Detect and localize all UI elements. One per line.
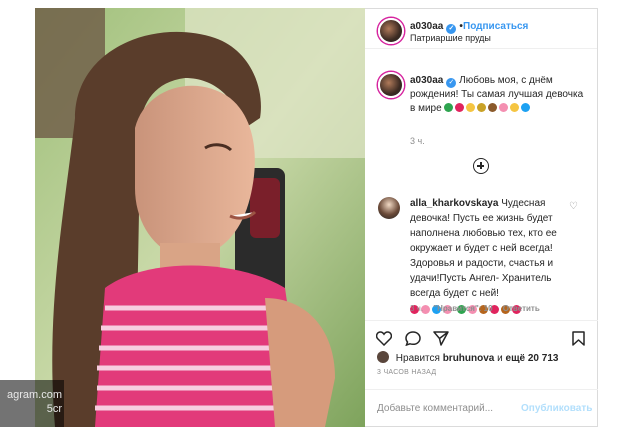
- verified-icon: ✓: [446, 78, 457, 88]
- caption-emoji-icon: [499, 103, 509, 112]
- caption-emoji-icon: [455, 103, 465, 112]
- screen: agram.com 5cr a030aa ✓ • Подписаться Патри…: [0, 0, 640, 427]
- caption-time[interactable]: 3 ч.: [410, 136, 425, 146]
- bookmark-icon[interactable]: [572, 331, 585, 346]
- comment-body: Чудесная девочка! Пусть ее жизнь будет н…: [410, 198, 557, 299]
- post-side-panel: a030aa ✓ • Подписаться Патриаршие пруды a0…: [365, 8, 598, 427]
- likes-prefix: Нравится: [395, 353, 440, 364]
- share-icon[interactable]: [433, 331, 449, 346]
- post-location[interactable]: Патриаршие пруды: [410, 33, 491, 43]
- caption-emoji-icon: [488, 103, 498, 112]
- comment-reply-button[interactable]: Ответить: [503, 304, 540, 313]
- caption-emojis: [444, 103, 532, 114]
- likes-count[interactable]: ещё 20 713: [506, 353, 559, 364]
- post-photo[interactable]: [35, 8, 365, 427]
- comment-likes[interactable]: "Нравится": 10: [433, 304, 492, 313]
- liker-avatar[interactable]: [377, 351, 389, 363]
- heart-icon[interactable]: [376, 331, 392, 346]
- watermark: agram.com 5cr: [0, 380, 64, 427]
- commenter-avatar[interactable]: [378, 197, 400, 219]
- add-comment-input[interactable]: Добавьте комментарий...: [377, 403, 493, 414]
- comment-like-heart-icon[interactable]: ♡: [569, 201, 578, 212]
- author-username[interactable]: a030aa: [410, 21, 443, 32]
- caption-emoji-icon: [444, 103, 454, 112]
- post-header: a030aa ✓ • Подписаться Патриаршие пруды: [365, 9, 597, 49]
- liker-username[interactable]: bruhunova: [443, 353, 495, 364]
- action-bar: [365, 320, 598, 348]
- likes-summary: Нравится bruhunova и ещё 20 713: [377, 351, 558, 364]
- caption-emoji-icon: [510, 103, 520, 112]
- comment-time[interactable]: 3 ч.: [410, 304, 423, 313]
- watermark-line-2: 5cr: [46, 403, 62, 415]
- caption-emoji-icon: [521, 103, 531, 112]
- author-avatar[interactable]: [378, 18, 404, 44]
- follow-button[interactable]: Подписаться: [463, 21, 528, 32]
- caption-emoji-icon: [466, 103, 476, 112]
- caption-emoji-icon: [477, 103, 487, 112]
- comment-username[interactable]: alla_kharkovskaya: [410, 198, 498, 209]
- comment-meta: 3 ч. "Нравится": 10 Ответить: [410, 304, 548, 313]
- comment-text: alla_kharkovskaya Чудесная девочка! Пуст…: [410, 196, 575, 318]
- comment-icon[interactable]: [405, 331, 421, 346]
- caption-username[interactable]: a030aa: [410, 75, 443, 86]
- post-time-ago[interactable]: 3 ЧАСОВ НАЗАД: [377, 369, 436, 376]
- girl-photo-illustration: [35, 8, 365, 427]
- caption-text: a030aa ✓ Любовь моя, с днём рождения! Ты …: [410, 74, 590, 116]
- likes-and: и: [497, 353, 503, 364]
- add-comment-bar: Добавьте комментарий... Опубликовать: [365, 389, 598, 427]
- publish-button[interactable]: Опубликовать: [521, 403, 592, 414]
- comments-area[interactable]: a030aa ✓ Любовь моя, с днём рождения! Ты …: [365, 50, 598, 320]
- plus-circle-icon[interactable]: [473, 158, 489, 174]
- caption-avatar[interactable]: [378, 72, 404, 98]
- watermark-line-1: agram.com: [6, 389, 62, 401]
